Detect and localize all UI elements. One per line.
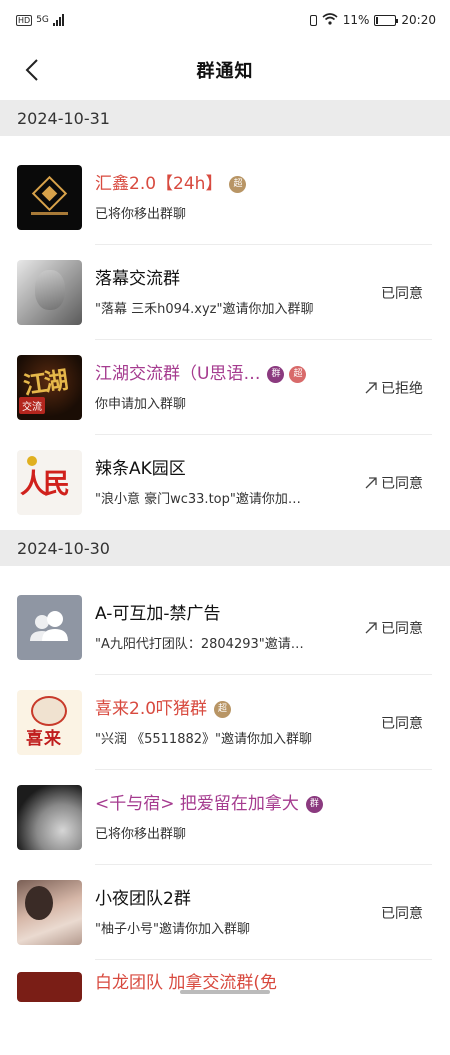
vibrate-icon [309,14,317,26]
group-name-row: <千与宿> 把爱留在加拿大 群 [95,793,343,815]
avatar: 人民 [17,450,82,515]
signal-type: 5G [36,15,49,25]
group-name: 喜来2.0吓猪群 [95,699,208,719]
date-header: 2024-10-31 [0,100,450,136]
group-name: 小夜团队2群 [95,889,191,909]
avatar-label: 江湖 [21,366,68,400]
list-item[interactable]: 小夜团队2群 "柚子小号"邀请你加入群聊 已同意 [0,865,450,960]
avatar-label: 人民 [20,469,70,500]
status-area: 已同意 [343,473,450,493]
notice-desc: "A九阳代打团队：2804293"邀请… [95,637,304,652]
group-icon [30,611,68,641]
group-name: 辣条AK园区 [95,459,186,479]
chevron-left-icon [25,59,38,81]
battery-percent: 11% [342,13,370,27]
list-item[interactable]: A-可互加-禁广告 "A九阳代打团队：2804293"邀请… 已同意 [0,580,450,675]
notice-desc: 已将你移出群聊 [95,207,187,222]
group-name-row: 喜来2.0吓猪群 超 [95,698,343,720]
battery-icon [374,14,399,26]
avatar [17,785,82,850]
group-name-row: 江湖交流群（U思语… 群 超 [95,363,343,385]
status-area: 已同意 [343,283,450,303]
group-badge: 群 [305,795,323,813]
avatar [17,595,82,660]
list-item[interactable]: 白龙团队 加拿交流群(免 [0,960,450,1055]
avatar: 喜来 [17,690,82,755]
avatar: 江湖 交流 [17,355,82,420]
group-name-row: 小夜团队2群 [95,888,343,910]
clock: 20:20 [401,13,436,27]
page-title: 群通知 [196,61,254,82]
status-text: 已同意 [381,620,423,637]
notice-desc: 已将你移出群聊 [95,827,187,842]
list-item[interactable]: 江湖 交流 江湖交流群（U思语… 群 超 你申请加入群聊 已拒绝 [0,340,450,435]
super-badge: 超 [214,700,232,718]
arrow-up-right-icon [365,621,377,633]
arrow-up-right-icon [365,381,377,393]
network-type: HD [16,14,33,26]
status-text: 已同意 [381,285,423,302]
list-item[interactable]: 人民 辣条AK园区 "浪小意 豪门wc33.top"邀请你加… 已同意 [0,435,450,530]
group-name-row: A-可互加-禁广告 [95,603,343,625]
header: 群通知 [0,40,450,100]
group-name: 汇鑫2.0【24h】 [95,174,223,194]
group-name-row: 汇鑫2.0【24h】 超 [95,173,343,195]
wifi-icon [322,12,338,28]
arrow-up-right-icon [365,476,377,488]
list-item[interactable]: 落幕交流群 "落幕 三禾h094.xyz"邀请你加入群聊 已同意 [0,245,450,340]
status-area: 已同意 [343,713,450,733]
group-name-row: 白龙团队 加拿交流群(免 [95,972,450,994]
notice-desc: 你申请加入群聊 [95,397,187,412]
notice-desc: "浪小意 豪门wc33.top"邀请你加… [95,492,301,507]
list-item[interactable]: 汇鑫2.0【24h】 超 已将你移出群聊 [0,150,450,245]
list-item[interactable]: <千与宿> 把爱留在加拿大 群 已将你移出群聊 [0,770,450,865]
date-header: 2024-10-30 [0,530,450,566]
status-left: HD 5G [16,14,64,26]
status-bar: HD 5G 11% 20:20 [0,0,450,40]
super-badge: 超 [289,365,307,383]
status-text: 已同意 [381,475,423,492]
status-area: 已同意 [343,903,450,923]
status-right: 11% 20:20 [309,12,436,28]
notice-desc: "柚子小号"邀请你加入群聊 [95,922,250,937]
list-item[interactable]: 喜来 喜来2.0吓猪群 超 "兴润 《5511882》"邀请你加入群聊 已同意 [0,675,450,770]
signal-icon [52,14,64,26]
group-name: A-可互加-禁广告 [95,604,221,624]
notice-desc: "落幕 三禾h094.xyz"邀请你加入群聊 [95,302,314,317]
avatar-label: 喜来 [26,729,62,749]
status-text: 已拒绝 [381,380,423,397]
group-badge: 群 [267,365,285,383]
logo-icon [31,175,68,215]
status-text: 已同意 [381,905,423,922]
avatar [17,165,82,230]
group-name-row: 辣条AK园区 [95,458,343,480]
group-name: 落幕交流群 [95,269,180,289]
avatar-tag: 交流 [19,397,45,414]
group-name: <千与宿> 把爱留在加拿大 [95,794,299,814]
status-area: 已拒绝 [343,378,450,398]
super-badge: 超 [229,175,247,193]
group-name-row: 落幕交流群 [95,268,343,290]
back-button[interactable] [16,54,48,86]
notice-desc: "兴润 《5511882》"邀请你加入群聊 [95,732,312,747]
status-text: 已同意 [381,715,423,732]
group-name: 江湖交流群（U思语… [95,364,261,384]
home-indicator[interactable] [180,990,270,994]
avatar [17,260,82,325]
avatar [17,880,82,945]
emblem-icon [27,456,37,466]
status-area: 已同意 [343,618,450,638]
avatar [17,972,82,1002]
